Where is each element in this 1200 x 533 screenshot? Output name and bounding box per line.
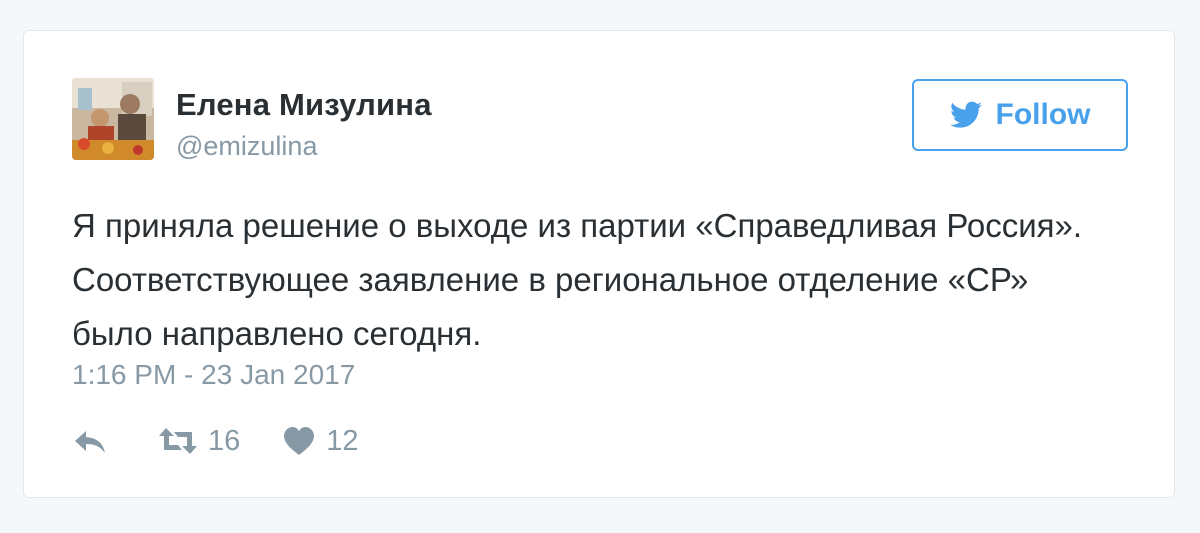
tweet-card: Елена Мизулина @emizulina Follow Я приня…: [23, 30, 1175, 498]
reply-button[interactable]: [72, 427, 108, 455]
like-button[interactable]: 12: [282, 424, 359, 458]
author-display-name[interactable]: Елена Мизулина: [176, 87, 432, 123]
reply-icon: [75, 431, 105, 453]
twitter-bird-icon: [949, 101, 982, 128]
heart-icon: [284, 427, 315, 455]
author-handle[interactable]: @emizulina: [176, 131, 317, 162]
tweet-actions: 16 12: [72, 423, 359, 459]
retweet-button[interactable]: 16: [158, 425, 240, 458]
retweet-icon: [159, 428, 197, 454]
follow-button-label: Follow: [995, 98, 1091, 131]
avatar[interactable]: [72, 78, 154, 160]
follow-button[interactable]: Follow: [912, 79, 1128, 151]
like-count: 12: [326, 424, 359, 457]
tweet-timestamp[interactable]: 1:16 PM - 23 Jan 2017: [72, 359, 355, 391]
avatar-photo-icon: [72, 78, 154, 160]
tweet-text: Я приняла решение о выходе из партии «Сп…: [72, 207, 1083, 352]
retweet-count: 16: [208, 424, 241, 457]
